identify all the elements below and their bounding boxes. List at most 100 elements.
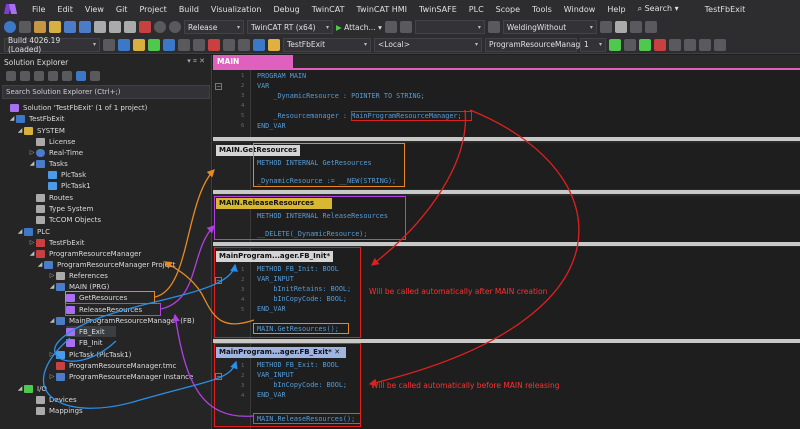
menu-twinsafe[interactable]: TwinSAFE bbox=[413, 5, 463, 14]
redo-icon[interactable] bbox=[169, 21, 181, 33]
configuration-select[interactable]: Release ▾ bbox=[184, 20, 244, 34]
menu-edit[interactable]: Edit bbox=[51, 5, 79, 14]
tree-item-program-resource-manager[interactable]: ◢ ProgramResourceManager bbox=[28, 248, 141, 259]
menu-debug[interactable]: Debug bbox=[267, 5, 305, 14]
logout-icon[interactable] bbox=[624, 38, 636, 51]
settings-icon[interactable] bbox=[62, 71, 72, 81]
copy-icon[interactable] bbox=[109, 21, 121, 33]
step-over-icon[interactable] bbox=[684, 38, 696, 51]
toolbar-icon-i[interactable] bbox=[223, 38, 235, 51]
refresh-icon[interactable] bbox=[34, 71, 44, 81]
target-select[interactable]: <Local> ▾ bbox=[374, 37, 482, 52]
tree-item-main-fb[interactable]: ◢ MainProgramResourceManager (FB) bbox=[48, 315, 195, 326]
collapse-all-icon[interactable] bbox=[48, 71, 58, 81]
activate-config-icon[interactable] bbox=[118, 38, 130, 51]
sync-icon[interactable] bbox=[20, 71, 30, 81]
paste-icon[interactable] bbox=[124, 21, 136, 33]
tree-item-instance[interactable]: ▷ ProgramResourceManager Instance bbox=[48, 371, 193, 382]
code-line[interactable]: VAR bbox=[257, 82, 269, 90]
tree-item-io[interactable]: ◢ I/O bbox=[16, 383, 47, 394]
tree-item-references[interactable]: ▷ References bbox=[48, 270, 108, 281]
menu-twincat[interactable]: TwinCAT bbox=[306, 5, 351, 14]
menu-scope[interactable]: Scope bbox=[490, 5, 526, 14]
step-into-icon[interactable] bbox=[669, 38, 681, 51]
open-folder-icon[interactable] bbox=[49, 21, 61, 33]
search-button[interactable]: ⌕ Search ▾ bbox=[632, 4, 685, 14]
tree-item-fb-init[interactable]: FB_Init bbox=[66, 337, 103, 348]
code-line[interactable]: PROGRAM MAIN bbox=[257, 72, 306, 80]
home-icon[interactable] bbox=[6, 71, 16, 81]
run-mode-icon[interactable] bbox=[148, 38, 160, 51]
tree-item-license[interactable]: License bbox=[36, 136, 75, 147]
config-icon[interactable] bbox=[133, 38, 145, 51]
project-select[interactable]: TestFbExit ▾ bbox=[283, 37, 371, 52]
tree-item-plc[interactable]: ◢ PLC bbox=[16, 226, 50, 237]
toolbar-icon-f[interactable] bbox=[644, 21, 657, 33]
toolbar-icon-c[interactable] bbox=[599, 21, 612, 33]
scan-icon[interactable] bbox=[208, 38, 220, 51]
menu-build[interactable]: Build bbox=[173, 5, 205, 14]
menu-window[interactable]: Window bbox=[558, 5, 602, 14]
tree-item-fb-exit[interactable]: FB_Exit bbox=[66, 326, 116, 337]
menu-git[interactable]: Git bbox=[110, 5, 134, 14]
menu-file[interactable]: File bbox=[26, 5, 51, 14]
step-out-icon[interactable] bbox=[699, 38, 711, 51]
menu-visualization[interactable]: Visualization bbox=[205, 5, 268, 14]
find-icon[interactable] bbox=[487, 21, 500, 33]
delete-icon[interactable] bbox=[139, 21, 151, 33]
toolbar-icon-k[interactable] bbox=[253, 38, 265, 51]
collapse-icon[interactable]: − bbox=[215, 83, 222, 90]
platform-select[interactable]: TwinCAT RT (x64) ▾ bbox=[247, 20, 333, 34]
forward-icon[interactable] bbox=[19, 21, 31, 33]
build-icon[interactable] bbox=[103, 38, 115, 51]
new-item-icon[interactable] bbox=[34, 21, 46, 33]
start-icon[interactable] bbox=[639, 38, 651, 51]
attach-button[interactable]: ▶ Attach... ▾ bbox=[336, 23, 382, 32]
find-select[interactable]: WeldingWithout ▾ bbox=[502, 20, 597, 34]
toolbar-icon-l[interactable] bbox=[268, 38, 280, 51]
tree-item-prm-project[interactable]: ◢ ProgramResourceManager Project bbox=[36, 259, 176, 270]
save-icon[interactable] bbox=[64, 21, 76, 33]
back-icon[interactable] bbox=[4, 21, 16, 33]
toolbar-icon-d[interactable] bbox=[614, 21, 627, 33]
stop-icon[interactable] bbox=[654, 38, 666, 51]
code-line[interactable]: _DynamicResource : POINTER TO STRING; bbox=[257, 92, 424, 100]
instance-select[interactable]: ProgramResourceManag▾ bbox=[485, 37, 586, 52]
tree-item-tmc[interactable]: ProgramResourceManager.tmc bbox=[56, 360, 176, 371]
solution-search-input[interactable]: Search Solution Explorer (Ctrl+;) bbox=[2, 85, 210, 99]
menu-twincat-hmi[interactable]: TwinCAT HMI bbox=[350, 5, 413, 14]
menu-view[interactable]: View bbox=[79, 5, 110, 14]
login-icon[interactable] bbox=[609, 38, 621, 51]
tree-item-solution[interactable]: Solution 'TestFbExit' (1 of 1 project) bbox=[2, 102, 147, 113]
toolbar-icon-b[interactable] bbox=[399, 21, 412, 33]
tree-item-mappings[interactable]: Mappings bbox=[36, 405, 83, 416]
build-select[interactable]: Build 4026.19 (Loaded) ▾ bbox=[4, 36, 100, 54]
tree-item-plctask1[interactable]: PlcTask1 bbox=[48, 180, 91, 191]
tree-item-system[interactable]: ◢ SYSTEM bbox=[16, 125, 65, 136]
breakpoint-icon[interactable] bbox=[714, 38, 726, 51]
tree-item-plctask[interactable]: PlcTask bbox=[48, 169, 86, 180]
tree-item-routes[interactable]: Routes bbox=[36, 192, 73, 203]
code-line[interactable]: END_VAR bbox=[257, 122, 286, 130]
tree-item-tccom[interactable]: TcCOM Objects bbox=[36, 214, 101, 225]
tree-item-main-prg[interactable]: ◢ MAIN (PRG) bbox=[48, 281, 109, 292]
toolbar-icon-j[interactable] bbox=[238, 38, 250, 51]
toolbar-icon-g[interactable] bbox=[178, 38, 190, 51]
menu-project[interactable]: Project bbox=[133, 5, 172, 14]
toolbar-icon-a[interactable] bbox=[384, 21, 397, 33]
toolbar-icon-e[interactable] bbox=[629, 21, 642, 33]
undo-icon[interactable] bbox=[154, 21, 166, 33]
pin-icon[interactable]: ▾ ⌗ ✕ bbox=[187, 57, 205, 66]
tree-item-tasks[interactable]: ◢ Tasks bbox=[28, 158, 68, 169]
empty-select[interactable]: ▾ bbox=[414, 20, 485, 34]
toolbar-icon-h[interactable] bbox=[193, 38, 205, 51]
tree-item-getresources[interactable]: GetResources bbox=[65, 291, 155, 304]
tree-item-type-system[interactable]: Type System bbox=[36, 203, 93, 214]
tree-item-devices[interactable]: Devices bbox=[36, 394, 77, 405]
config-mode-icon[interactable] bbox=[163, 38, 175, 51]
preview-icon[interactable] bbox=[76, 71, 86, 81]
tree-item-project[interactable]: ◢ TestFbExit bbox=[8, 113, 65, 124]
tree-item-releaseresources[interactable]: ReleaseResources bbox=[65, 303, 161, 316]
save-all-icon[interactable] bbox=[79, 21, 91, 33]
menu-tools[interactable]: Tools bbox=[526, 5, 558, 14]
